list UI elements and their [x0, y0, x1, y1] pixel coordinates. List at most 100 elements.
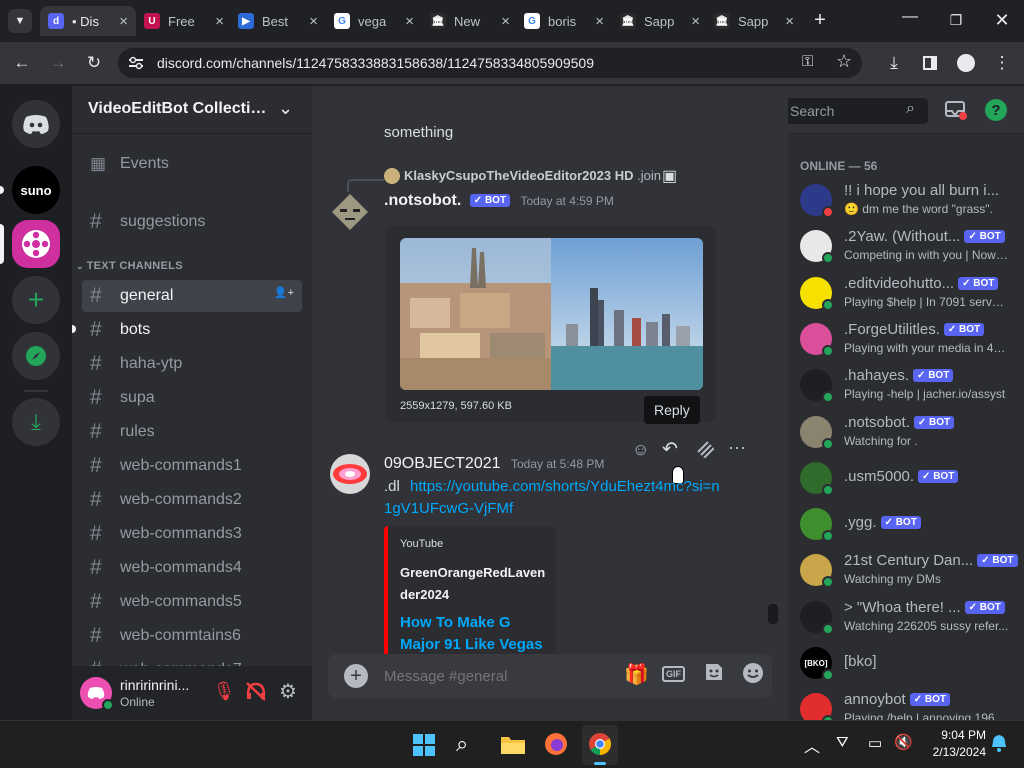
channel-web-commands3[interactable]: # web-commands3 [82, 518, 302, 550]
back-button[interactable]: ← [10, 51, 34, 75]
attach-button[interactable]: + [344, 664, 368, 688]
mute-button[interactable]: 🎙 [212, 681, 236, 705]
channel-web-commands4[interactable]: # web-commands4 [82, 552, 302, 584]
user-settings-button[interactable]: ⚙ [276, 679, 300, 703]
member-item[interactable]: [BKO] [bko] [800, 641, 1020, 685]
emoji-button[interactable] [742, 662, 764, 684]
category-text-channels[interactable]: ⌄ TEXT CHANNELS [76, 260, 183, 272]
download-apps-button[interactable]: ⤓ [12, 398, 60, 446]
close-tab-icon[interactable]: × [215, 13, 224, 30]
profile-button[interactable] [954, 51, 978, 75]
network-icon[interactable]: ⛛ [836, 734, 849, 751]
create-thread-button[interactable] [696, 440, 715, 459]
deafen-button[interactable] [244, 681, 268, 705]
downloads-button[interactable]: ⤓ [882, 51, 906, 75]
display-icon[interactable]: ▭ [868, 734, 882, 752]
channel-haha-ytp[interactable]: # haha-ytp [82, 348, 302, 380]
tab[interactable]: 🏛 Sapp × [706, 6, 802, 36]
reply-reference[interactable]: KlaskyCsupoTheVideoEditor2023 HD .join [404, 168, 661, 183]
message-avatar[interactable] [330, 192, 370, 232]
inbox-button[interactable] [944, 98, 968, 122]
close-tab-icon[interactable]: × [595, 13, 604, 30]
member-item[interactable]: .ForgeUtilitles. ✓ BOT Playing with your m… [800, 317, 1020, 361]
reload-button[interactable]: ↻ [82, 51, 106, 75]
tab[interactable]: Gboris × [516, 6, 612, 36]
tab-search-button[interactable]: ▼ [8, 9, 32, 33]
username[interactable]: rinririnrini... [120, 677, 196, 693]
chrome-menu-button[interactable]: ⋮ [990, 51, 1014, 75]
reply-button[interactable]: ↶ [662, 438, 678, 461]
url-text[interactable]: discord.com/channels/1124758333883158638… [157, 55, 594, 71]
channel-general[interactable]: # general 👤+ [82, 280, 302, 312]
side-panel-button[interactable] [918, 51, 942, 75]
more-options-button[interactable]: ⋯ [728, 438, 746, 459]
file-explorer-button[interactable] [500, 733, 526, 755]
tab[interactable]: U Free × [136, 6, 232, 36]
restore-button[interactable]: ❐ [942, 8, 970, 32]
message-author[interactable]: 09OBJECT2021 [384, 455, 501, 472]
member-item[interactable]: .editvideohutto... ✓ BOT Playing $help | I… [800, 271, 1020, 315]
member-item[interactable]: .2Yaw. (Without... ✓ BOT Competing in with… [800, 224, 1020, 268]
channel-rules[interactable]: # rules [82, 416, 302, 448]
events-item[interactable]: ▦ Events [82, 148, 302, 180]
embed-author[interactable]: GreenOrangeRedLavender2024 [400, 562, 550, 606]
show-hidden-icons-button[interactable]: ︿ [804, 733, 820, 757]
new-tab-button[interactable]: + [808, 8, 832, 32]
direct-messages-button[interactable] [12, 100, 60, 148]
server-videoeditbot[interactable] [12, 220, 60, 268]
member-item[interactable]: !! i hope you all burn i... 🙂 dm me the w… [800, 178, 1020, 222]
member-item[interactable]: > "Whoa there! ... ✓ BOT Watching 226205 s… [800, 595, 1020, 639]
tab[interactable]: 🏛 Sapp × [612, 6, 708, 36]
attachment-image[interactable] [400, 238, 703, 390]
member-item[interactable]: .ygg. ✓ BOT [800, 502, 1020, 546]
tab[interactable]: Gvega × [326, 6, 422, 36]
tab[interactable]: 🏛 New × [422, 6, 518, 36]
help-button[interactable]: ? [984, 98, 1008, 122]
channel-web-commands2[interactable]: # web-commands2 [82, 484, 302, 516]
sticker-button[interactable] [704, 662, 724, 682]
tab[interactable]: ▶ Best × [230, 6, 326, 36]
channel-supa[interactable]: # supa [82, 382, 302, 414]
clock[interactable]: 9:04 PM 2/13/2024 [922, 727, 986, 761]
search-box[interactable]: Search ⌕ [784, 98, 928, 124]
taskbar-search-button[interactable]: ⌕ [456, 731, 468, 757]
start-button[interactable] [412, 733, 436, 757]
notification-button[interactable] [990, 733, 1010, 753]
explore-servers-button[interactable] [12, 332, 60, 380]
message-author[interactable]: .notsobot. [384, 192, 461, 209]
member-item[interactable]: .notsobot. ✓ BOT Watching for . [800, 410, 1020, 454]
close-tab-icon[interactable]: × [309, 13, 318, 30]
member-item[interactable]: .usm5000. ✓ BOT [800, 456, 1020, 500]
channel-bots[interactable]: # bots [82, 314, 302, 346]
gif-button[interactable]: GIF [662, 666, 685, 682]
close-window-button[interactable]: ✕ [988, 8, 1016, 32]
channel-web-commtains6[interactable]: # web-commtains6 [82, 620, 302, 652]
site-settings-icon[interactable] [128, 56, 144, 70]
member-item[interactable]: 21st Century Dan... ✓ BOT Watching my DMs [800, 548, 1020, 592]
address-bar[interactable]: discord.com/channels/1124758333883158638… [118, 48, 862, 78]
message-link[interactable]: https://youtube.com/shorts/YduEhezt4mc?s… [384, 478, 720, 517]
channel-web-commands1[interactable]: # web-commands1 [82, 450, 302, 482]
server-suno[interactable]: suno [12, 166, 60, 214]
embed-title[interactable]: How To Make G Major 91 Like Vegas [400, 612, 548, 656]
tab-active[interactable]: d • Dis × [40, 6, 136, 36]
close-tab-icon[interactable]: × [501, 13, 510, 30]
member-item[interactable]: .hahayes. ✓ BOT Playing -help | jacher.io/… [800, 363, 1020, 407]
firefox-button[interactable] [544, 732, 568, 756]
close-tab-icon[interactable]: × [691, 13, 700, 30]
chat-scrollbar[interactable] [768, 604, 778, 624]
close-tab-icon[interactable]: × [785, 13, 794, 30]
server-header[interactable]: VideoEditBot Collection 1.0 ⌄ [72, 86, 312, 134]
chrome-taskbar-button[interactable] [582, 725, 618, 765]
bookmark-star-icon[interactable]: ☆ [836, 51, 852, 72]
gift-button[interactable]: 🎁 [624, 662, 649, 687]
message-avatar[interactable] [330, 454, 370, 494]
add-server-button[interactable]: + [12, 276, 60, 324]
volume-muted-icon[interactable]: 🔇 [894, 733, 913, 751]
message-input[interactable] [384, 664, 604, 688]
invite-icon[interactable]: 👤+ [274, 286, 294, 299]
channel-suggestions[interactable]: # suggestions [82, 206, 302, 238]
close-tab-icon[interactable]: × [119, 13, 128, 30]
channel-web-commands5[interactable]: # web-commands5 [82, 586, 302, 618]
key-icon[interactable]: ⚿ [802, 53, 813, 70]
